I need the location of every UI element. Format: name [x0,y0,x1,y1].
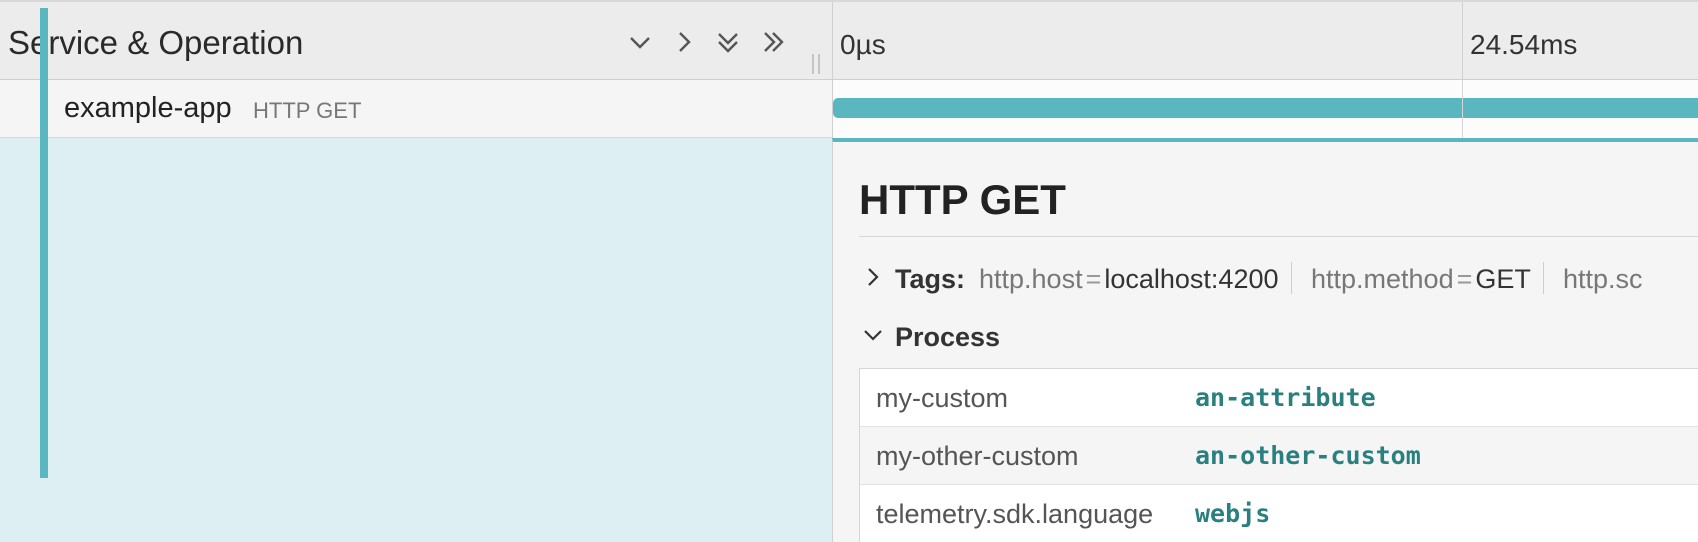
span-service-name: example-app [64,92,232,124]
span-timeline-cell[interactable] [832,80,1698,138]
span-name-cell[interactable]: example-app HTTP GET [0,80,832,138]
process-label: Process [895,322,1001,352]
tick-line [1462,2,1463,80]
chevron-right-icon [859,263,887,291]
timeline-header: Service & Operation 0µs 24.54ms [0,0,1698,80]
tag-key: http.sc [1563,264,1643,294]
span-detail-title: HTTP GET [859,176,1066,223]
collapse-all-icon[interactable] [710,24,746,60]
expand-all-icon[interactable] [755,24,791,60]
tags-label: Tags: [895,264,966,294]
span-duration-bar[interactable] [833,98,1698,118]
expand-one-icon[interactable] [666,24,702,60]
table-row: my-custom an-attribute [860,369,1698,427]
tag-key: http.method [1311,264,1454,294]
process-key: my-custom [876,383,1009,413]
process-value: webjs [1195,499,1271,528]
process-table: my-custom an-attribute my-other-custom a… [859,368,1698,542]
tag-value: GET [1475,264,1531,294]
tag-item: http.sc [1563,264,1643,295]
tags-section-toggle[interactable]: Tags: http.host = localhost:4200 http.meth… [859,260,1643,300]
tick-line [1462,80,1463,138]
tag-item: http.method = GET [1311,264,1531,294]
span-operation-name: HTTP GET [253,98,362,123]
span-color-indicator [40,8,48,478]
collapse-one-icon[interactable] [622,24,658,60]
chevron-down-icon [859,321,887,349]
column-divider [832,2,833,80]
column-resize-handle[interactable] [812,54,824,74]
span-row[interactable]: example-app HTTP GET [0,80,1698,138]
divider [859,236,1698,237]
tag-value: localhost:4200 [1104,264,1279,294]
tag-separator [1543,262,1544,294]
table-row: my-other-custom an-other-custom [860,427,1698,485]
process-value: an-other-custom [1195,441,1421,470]
tick-label-start: 0µs [840,29,886,60]
process-value: an-attribute [1195,383,1376,412]
service-operation-header: Service & Operation [0,2,832,80]
span-detail-indent [0,138,832,542]
tick-label-mid: 24.54ms [1470,29,1578,60]
table-row: telemetry.sdk.language webjs [860,485,1698,542]
tag-key: http.host [979,264,1083,294]
tag-separator [1291,262,1292,294]
process-key: my-other-custom [876,441,1079,471]
process-key: telemetry.sdk.language [876,499,1154,529]
span-detail-panel: HTTP GET Tags: http.host = localhost:4200 … [832,138,1698,542]
process-section-toggle[interactable]: Process [859,318,1000,358]
tag-item: http.host = localhost:4200 [979,264,1279,294]
column-title: Service & Operation [8,24,304,61]
